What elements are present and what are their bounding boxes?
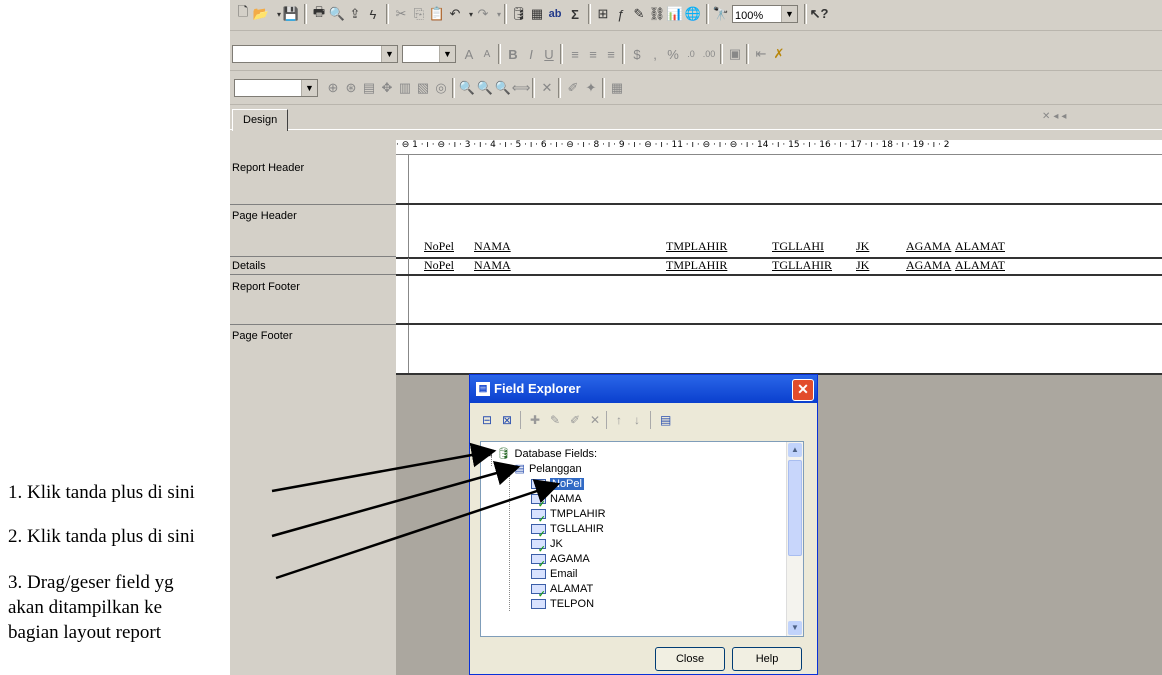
annotation-arrows (271, 442, 561, 580)
arrow-1 (271, 442, 497, 493)
arrow-2 (271, 461, 521, 538)
arrow-3 (275, 479, 561, 580)
